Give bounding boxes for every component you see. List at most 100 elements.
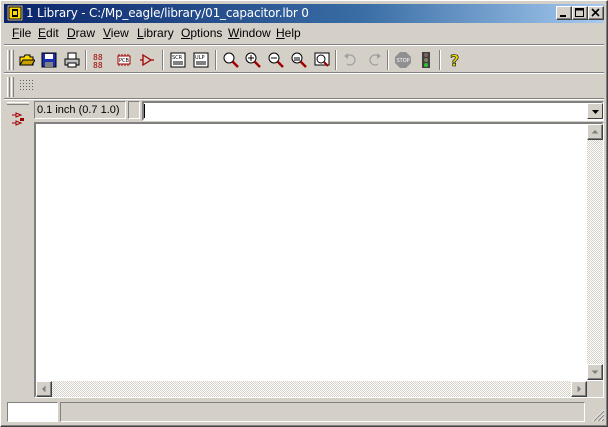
svg-text:STOP: STOP xyxy=(397,58,410,64)
menu-separator xyxy=(4,44,604,46)
toolbar-grip[interactable] xyxy=(7,102,29,105)
save-icon xyxy=(41,52,57,68)
save-button[interactable] xyxy=(38,49,60,71)
ulp-icon: ULP xyxy=(193,52,209,68)
script-icon: SCR xyxy=(170,52,186,68)
arrow-left-icon xyxy=(42,385,46,393)
help-button[interactable]: ? xyxy=(444,49,466,71)
zoom-redraw-button[interactable] xyxy=(288,49,310,71)
package-button[interactable]: PCB xyxy=(113,49,135,71)
status-message-bar xyxy=(60,402,585,422)
svg-text:PCB: PCB xyxy=(119,58,130,64)
arrow-up-icon xyxy=(591,130,599,134)
menu-file[interactable]: File xyxy=(12,26,31,40)
menu-options[interactable]: Options xyxy=(181,26,222,40)
device-icon: 8888 xyxy=(93,53,103,68)
toolbar-grip[interactable] xyxy=(7,77,10,97)
scroll-down-button[interactable] xyxy=(587,364,603,380)
info-tool-button[interactable] xyxy=(7,109,29,131)
scroll-right-button[interactable] xyxy=(571,381,587,397)
toolbar-separator xyxy=(162,50,164,70)
close-button[interactable] xyxy=(588,6,604,20)
toolbar-separator xyxy=(335,50,337,70)
grid-coordinate-readout: 0.1 inch (0.7 1.0) xyxy=(34,101,126,119)
open-button[interactable] xyxy=(16,49,38,71)
minimize-icon xyxy=(560,15,566,17)
scrollbar-corner xyxy=(587,381,603,397)
app-window: 1 Library - C:/Mp_eagle/library/01_capac… xyxy=(0,0,608,427)
svg-text:SCR: SCR xyxy=(172,55,183,61)
go-icon xyxy=(422,52,430,68)
menu-bar: File Edit Draw View Library Options Wind… xyxy=(4,24,604,43)
zoom-in-icon xyxy=(245,52,261,68)
menu-window[interactable]: Window xyxy=(228,26,271,40)
symbol-pin-icon xyxy=(12,112,24,126)
device-button[interactable]: 88 88 xyxy=(90,49,112,71)
help-icon: ? xyxy=(450,52,460,68)
toolbar-separator xyxy=(387,50,389,70)
resize-grip-icon[interactable] xyxy=(589,406,605,422)
toolbar-separator xyxy=(215,50,217,70)
menu-help[interactable]: Help xyxy=(276,26,301,40)
menu-draw[interactable]: Draw xyxy=(67,26,95,40)
eagle-app-icon[interactable] xyxy=(6,4,24,22)
command-toolbar xyxy=(4,100,32,398)
close-icon xyxy=(591,8,600,17)
toolbar-grip-2[interactable] xyxy=(11,77,14,97)
minimize-button[interactable] xyxy=(556,6,572,20)
text-caret xyxy=(144,104,145,118)
title-bar[interactable]: 1 Library - C:/Mp_eagle/library/01_capac… xyxy=(4,4,604,23)
package-icon: PCB xyxy=(117,54,131,66)
print-icon xyxy=(64,52,80,68)
script-button[interactable]: SCR xyxy=(167,49,189,71)
zoom-select-button[interactable] xyxy=(311,49,333,71)
grid-button[interactable] xyxy=(16,75,38,97)
zoom-fit-button[interactable] xyxy=(220,49,242,71)
window-title: 1 Library - C:/Mp_eagle/library/01_capac… xyxy=(26,6,309,20)
zoom-out-button[interactable] xyxy=(265,49,287,71)
maximize-button[interactable] xyxy=(572,6,588,20)
command-input[interactable] xyxy=(142,101,604,121)
symbol-icon xyxy=(140,53,154,67)
zoom-in-button[interactable] xyxy=(242,49,264,71)
go-button[interactable] xyxy=(415,49,437,71)
horizontal-scrollbar[interactable] xyxy=(36,381,587,397)
zoom-redraw-icon xyxy=(291,52,307,68)
svg-text:88: 88 xyxy=(93,61,103,68)
svg-text:ULP: ULP xyxy=(195,55,204,61)
undo-icon xyxy=(344,53,356,66)
ulp-button[interactable]: ULP xyxy=(190,49,212,71)
parameter-toolbar xyxy=(4,74,604,98)
redo-icon xyxy=(369,53,381,66)
print-button[interactable] xyxy=(61,49,83,71)
open-icon xyxy=(19,54,35,66)
symbol-button[interactable] xyxy=(136,49,158,71)
stop-button[interactable]: STOP xyxy=(392,49,414,71)
status-field-left xyxy=(7,402,58,422)
grid-icon xyxy=(20,80,33,90)
chevron-down-icon xyxy=(592,110,599,114)
main-toolbar: 88 88 PCB SCR ULP STOP ? xyxy=(4,47,604,73)
redo-button[interactable] xyxy=(363,49,385,71)
menu-edit[interactable]: Edit xyxy=(38,26,59,40)
arrow-down-icon xyxy=(591,370,599,374)
layer-indicator xyxy=(128,101,140,119)
zoom-select-icon xyxy=(314,52,330,67)
undo-button[interactable] xyxy=(340,49,362,71)
toolbar-separator xyxy=(439,50,441,70)
toolbar-separator-line-2 xyxy=(4,98,604,100)
scroll-up-button[interactable] xyxy=(587,124,603,140)
menu-library[interactable]: Library xyxy=(137,26,174,40)
svg-text:?: ? xyxy=(450,52,459,68)
scroll-left-button[interactable] xyxy=(36,381,52,397)
command-history-dropdown[interactable] xyxy=(587,103,603,119)
drawing-canvas[interactable] xyxy=(34,122,604,398)
zoom-out-icon xyxy=(268,52,284,68)
maximize-icon xyxy=(575,8,584,17)
menu-view[interactable]: View xyxy=(103,26,129,40)
toolbar-separator xyxy=(85,50,87,70)
toolbar-grip[interactable] xyxy=(7,50,10,70)
stop-icon: STOP xyxy=(395,52,411,68)
toolbar-grip-2[interactable] xyxy=(11,50,14,70)
vertical-scrollbar[interactable] xyxy=(587,124,603,380)
